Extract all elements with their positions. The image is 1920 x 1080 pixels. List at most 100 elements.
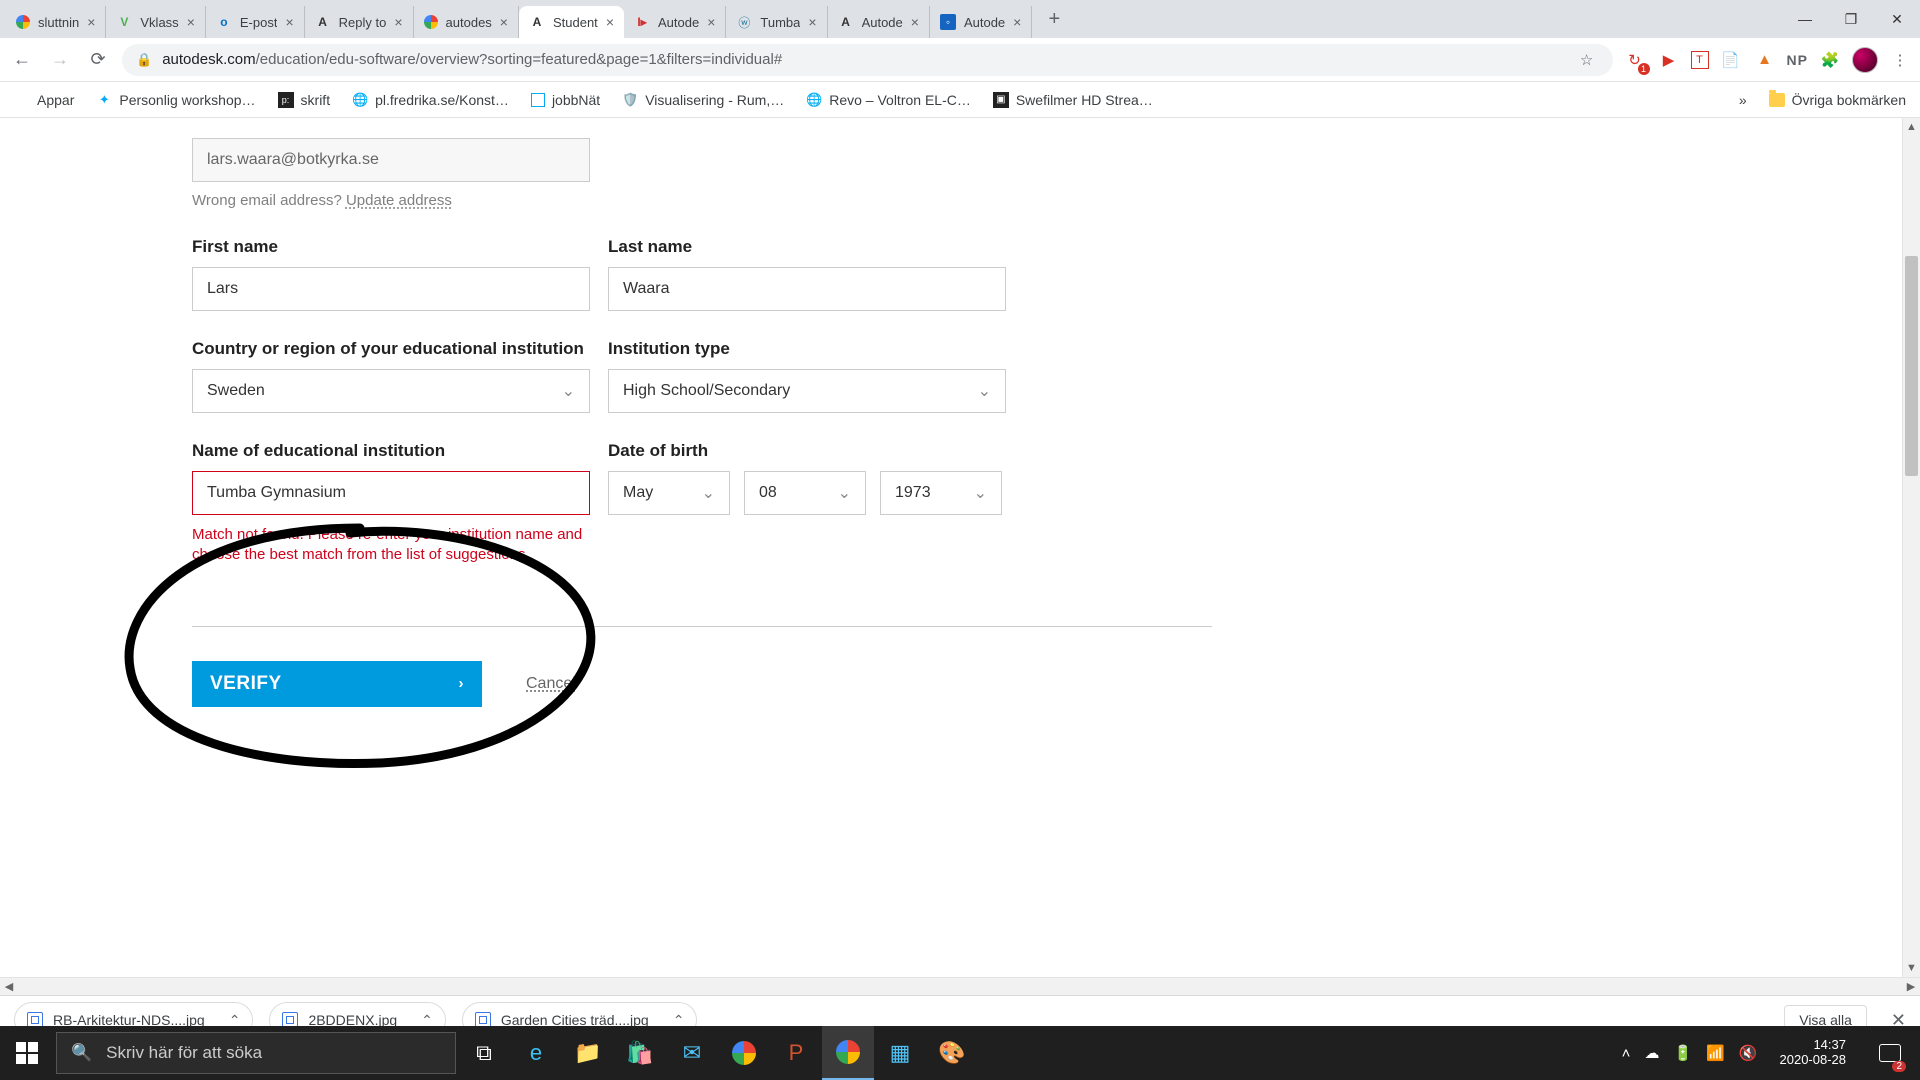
bookmark-icon: 🛡️ bbox=[622, 92, 638, 108]
tab-9[interactable]: ◦ Autode × bbox=[930, 6, 1032, 38]
close-window-button[interactable]: ✕ bbox=[1874, 0, 1920, 38]
tab-5-active[interactable]: A Student × bbox=[519, 6, 624, 38]
address-bar[interactable]: 🔒 autodesk.com/education/edu-software/ov… bbox=[122, 44, 1613, 76]
bookmark-item[interactable]: 🛡️Visualisering - Rum,… bbox=[622, 92, 784, 108]
maximize-button[interactable]: ❐ bbox=[1828, 0, 1874, 38]
reload-button[interactable]: ⟳ bbox=[84, 46, 112, 74]
dob-month-select[interactable]: May⌄ bbox=[608, 471, 730, 515]
institution-name-label: Name of educational institution bbox=[192, 441, 590, 461]
new-tab-button[interactable]: + bbox=[1038, 8, 1070, 31]
tab-8[interactable]: A Autode × bbox=[828, 6, 930, 38]
start-button[interactable] bbox=[0, 1026, 54, 1080]
wrong-email-helper: Wrong email address? Update address bbox=[192, 192, 1212, 209]
chrome-icon[interactable] bbox=[718, 1026, 770, 1080]
forward-button[interactable]: → bbox=[46, 46, 74, 74]
bookmark-icon: ✦ bbox=[96, 92, 112, 108]
onedrive-icon[interactable]: ☁ bbox=[1644, 1044, 1659, 1062]
dob-label: Date of birth bbox=[608, 441, 1006, 461]
taskbar-search[interactable]: 🔍 Skriv här för att söka bbox=[56, 1032, 456, 1074]
cancel-link[interactable]: Cancel bbox=[526, 675, 576, 693]
tab-7[interactable]: ⓦ Tumba × bbox=[726, 6, 827, 38]
taskbar-clock[interactable]: 14:37 2020-08-28 bbox=[1772, 1038, 1855, 1068]
window-controls: — ❐ ✕ bbox=[1782, 0, 1920, 38]
back-button[interactable]: ← bbox=[8, 46, 36, 74]
tray-chevron-icon[interactable]: ˄ bbox=[1622, 1045, 1631, 1062]
wifi-icon[interactable]: 📶 bbox=[1706, 1044, 1725, 1062]
bookmark-item[interactable]: 🌐pl.fredrika.se/Konst… bbox=[352, 92, 509, 108]
tab-6[interactable]: I▸ Autode × bbox=[624, 6, 726, 38]
extensions-icon[interactable]: 🧩 bbox=[1818, 48, 1842, 72]
close-icon[interactable]: × bbox=[606, 14, 614, 30]
minimize-button[interactable]: — bbox=[1782, 0, 1828, 38]
dob-day-select[interactable]: 08⌄ bbox=[744, 471, 866, 515]
horizontal-scrollbar[interactable]: ◀ ▶ bbox=[0, 977, 1920, 995]
tab-title: Student bbox=[553, 15, 598, 30]
last-name-input[interactable] bbox=[608, 267, 1006, 311]
extension-icon[interactable]: ▲ bbox=[1753, 48, 1777, 72]
bookmark-item[interactable]: ▣Swefilmer HD Strea… bbox=[993, 92, 1153, 108]
avatar[interactable] bbox=[1852, 47, 1878, 73]
action-center-button[interactable]: 2 bbox=[1868, 1026, 1912, 1080]
scroll-track[interactable] bbox=[1903, 136, 1920, 959]
extension-icon[interactable]: T bbox=[1691, 51, 1709, 69]
vertical-scrollbar[interactable]: ▲ ▼ bbox=[1902, 118, 1920, 977]
verify-button[interactable]: VERIFY › bbox=[192, 661, 482, 707]
scroll-thumb[interactable] bbox=[1905, 256, 1918, 476]
tab-4[interactable]: autodes × bbox=[414, 6, 519, 38]
extension-icon[interactable]: 📄 bbox=[1719, 48, 1743, 72]
institution-type-select[interactable]: High School/Secondary ⌄ bbox=[608, 369, 1006, 413]
close-icon[interactable]: × bbox=[707, 14, 715, 30]
country-select[interactable]: Sweden ⌄ bbox=[192, 369, 590, 413]
mail-icon[interactable]: ✉ bbox=[666, 1026, 718, 1080]
powerpoint-icon[interactable]: P bbox=[770, 1026, 822, 1080]
windows-taskbar: 🔍 Skriv här för att söka ⧉ e 📁 🛍️ ✉ P ▦ … bbox=[0, 1026, 1920, 1080]
scroll-left-button[interactable]: ◀ bbox=[0, 980, 18, 993]
tab-0[interactable]: sluttnin × bbox=[6, 6, 106, 38]
close-icon[interactable]: × bbox=[187, 14, 195, 30]
paint-icon[interactable]: 🎨 bbox=[926, 1026, 978, 1080]
menu-icon[interactable]: ⋮ bbox=[1888, 48, 1912, 72]
scroll-up-button[interactable]: ▲ bbox=[1903, 118, 1920, 136]
photos-icon[interactable]: ▦ bbox=[874, 1026, 926, 1080]
bookmark-item[interactable]: jobbNät bbox=[531, 92, 600, 108]
first-name-input[interactable] bbox=[192, 267, 590, 311]
extension-icon[interactable]: ▶ bbox=[1657, 48, 1681, 72]
volume-icon[interactable]: 🔇 bbox=[1739, 1044, 1758, 1062]
outlook-icon: o bbox=[216, 14, 232, 30]
bookmark-item[interactable]: 🌐Revo – Voltron EL-C… bbox=[806, 92, 971, 108]
update-address-link[interactable]: Update address bbox=[346, 192, 452, 209]
tab-1[interactable]: V Vklass × bbox=[106, 6, 205, 38]
bookmarks-overflow[interactable]: » bbox=[1739, 92, 1747, 108]
tab-3[interactable]: A Reply to × bbox=[305, 6, 414, 38]
extension-icon[interactable]: ↻ bbox=[1623, 48, 1647, 72]
other-bookmarks[interactable]: Övriga bokmärken bbox=[1769, 92, 1906, 108]
bookmark-item[interactable]: p:skrift bbox=[278, 92, 331, 108]
scroll-down-button[interactable]: ▼ bbox=[1903, 959, 1920, 977]
bookmark-item[interactable]: ✦Personlig workshop… bbox=[96, 92, 255, 108]
explorer-icon[interactable]: 📁 bbox=[562, 1026, 614, 1080]
close-icon[interactable]: × bbox=[911, 14, 919, 30]
institution-name-input[interactable] bbox=[192, 471, 590, 515]
task-view-button[interactable]: ⧉ bbox=[458, 1026, 510, 1080]
separator bbox=[192, 626, 1212, 627]
tab-title: Autode bbox=[658, 15, 699, 30]
browser-tabstrip: sluttnin × V Vklass × o E-post × A Reply… bbox=[0, 0, 1920, 38]
close-icon[interactable]: × bbox=[285, 14, 293, 30]
edge-icon[interactable]: e bbox=[510, 1026, 562, 1080]
system-tray: ˄ ☁ 🔋 📶 🔇 14:37 2020-08-28 2 bbox=[1614, 1026, 1920, 1080]
close-icon[interactable]: × bbox=[808, 14, 816, 30]
tab-2[interactable]: o E-post × bbox=[206, 6, 305, 38]
close-icon[interactable]: × bbox=[1013, 14, 1021, 30]
star-icon[interactable]: ☆ bbox=[1575, 48, 1599, 72]
close-icon[interactable]: × bbox=[87, 14, 95, 30]
battery-icon[interactable]: 🔋 bbox=[1673, 1044, 1692, 1062]
dob-year-select[interactable]: 1973⌄ bbox=[880, 471, 1002, 515]
profile-initials[interactable]: NP bbox=[1787, 52, 1808, 68]
bookmark-icon: ▣ bbox=[993, 92, 1009, 108]
close-icon[interactable]: × bbox=[500, 14, 508, 30]
scroll-right-button[interactable]: ▶ bbox=[1902, 980, 1920, 993]
chrome-running-icon[interactable] bbox=[822, 1026, 874, 1080]
close-icon[interactable]: × bbox=[394, 14, 402, 30]
apps-button[interactable]: Appar bbox=[14, 92, 74, 108]
store-icon[interactable]: 🛍️ bbox=[614, 1026, 666, 1080]
